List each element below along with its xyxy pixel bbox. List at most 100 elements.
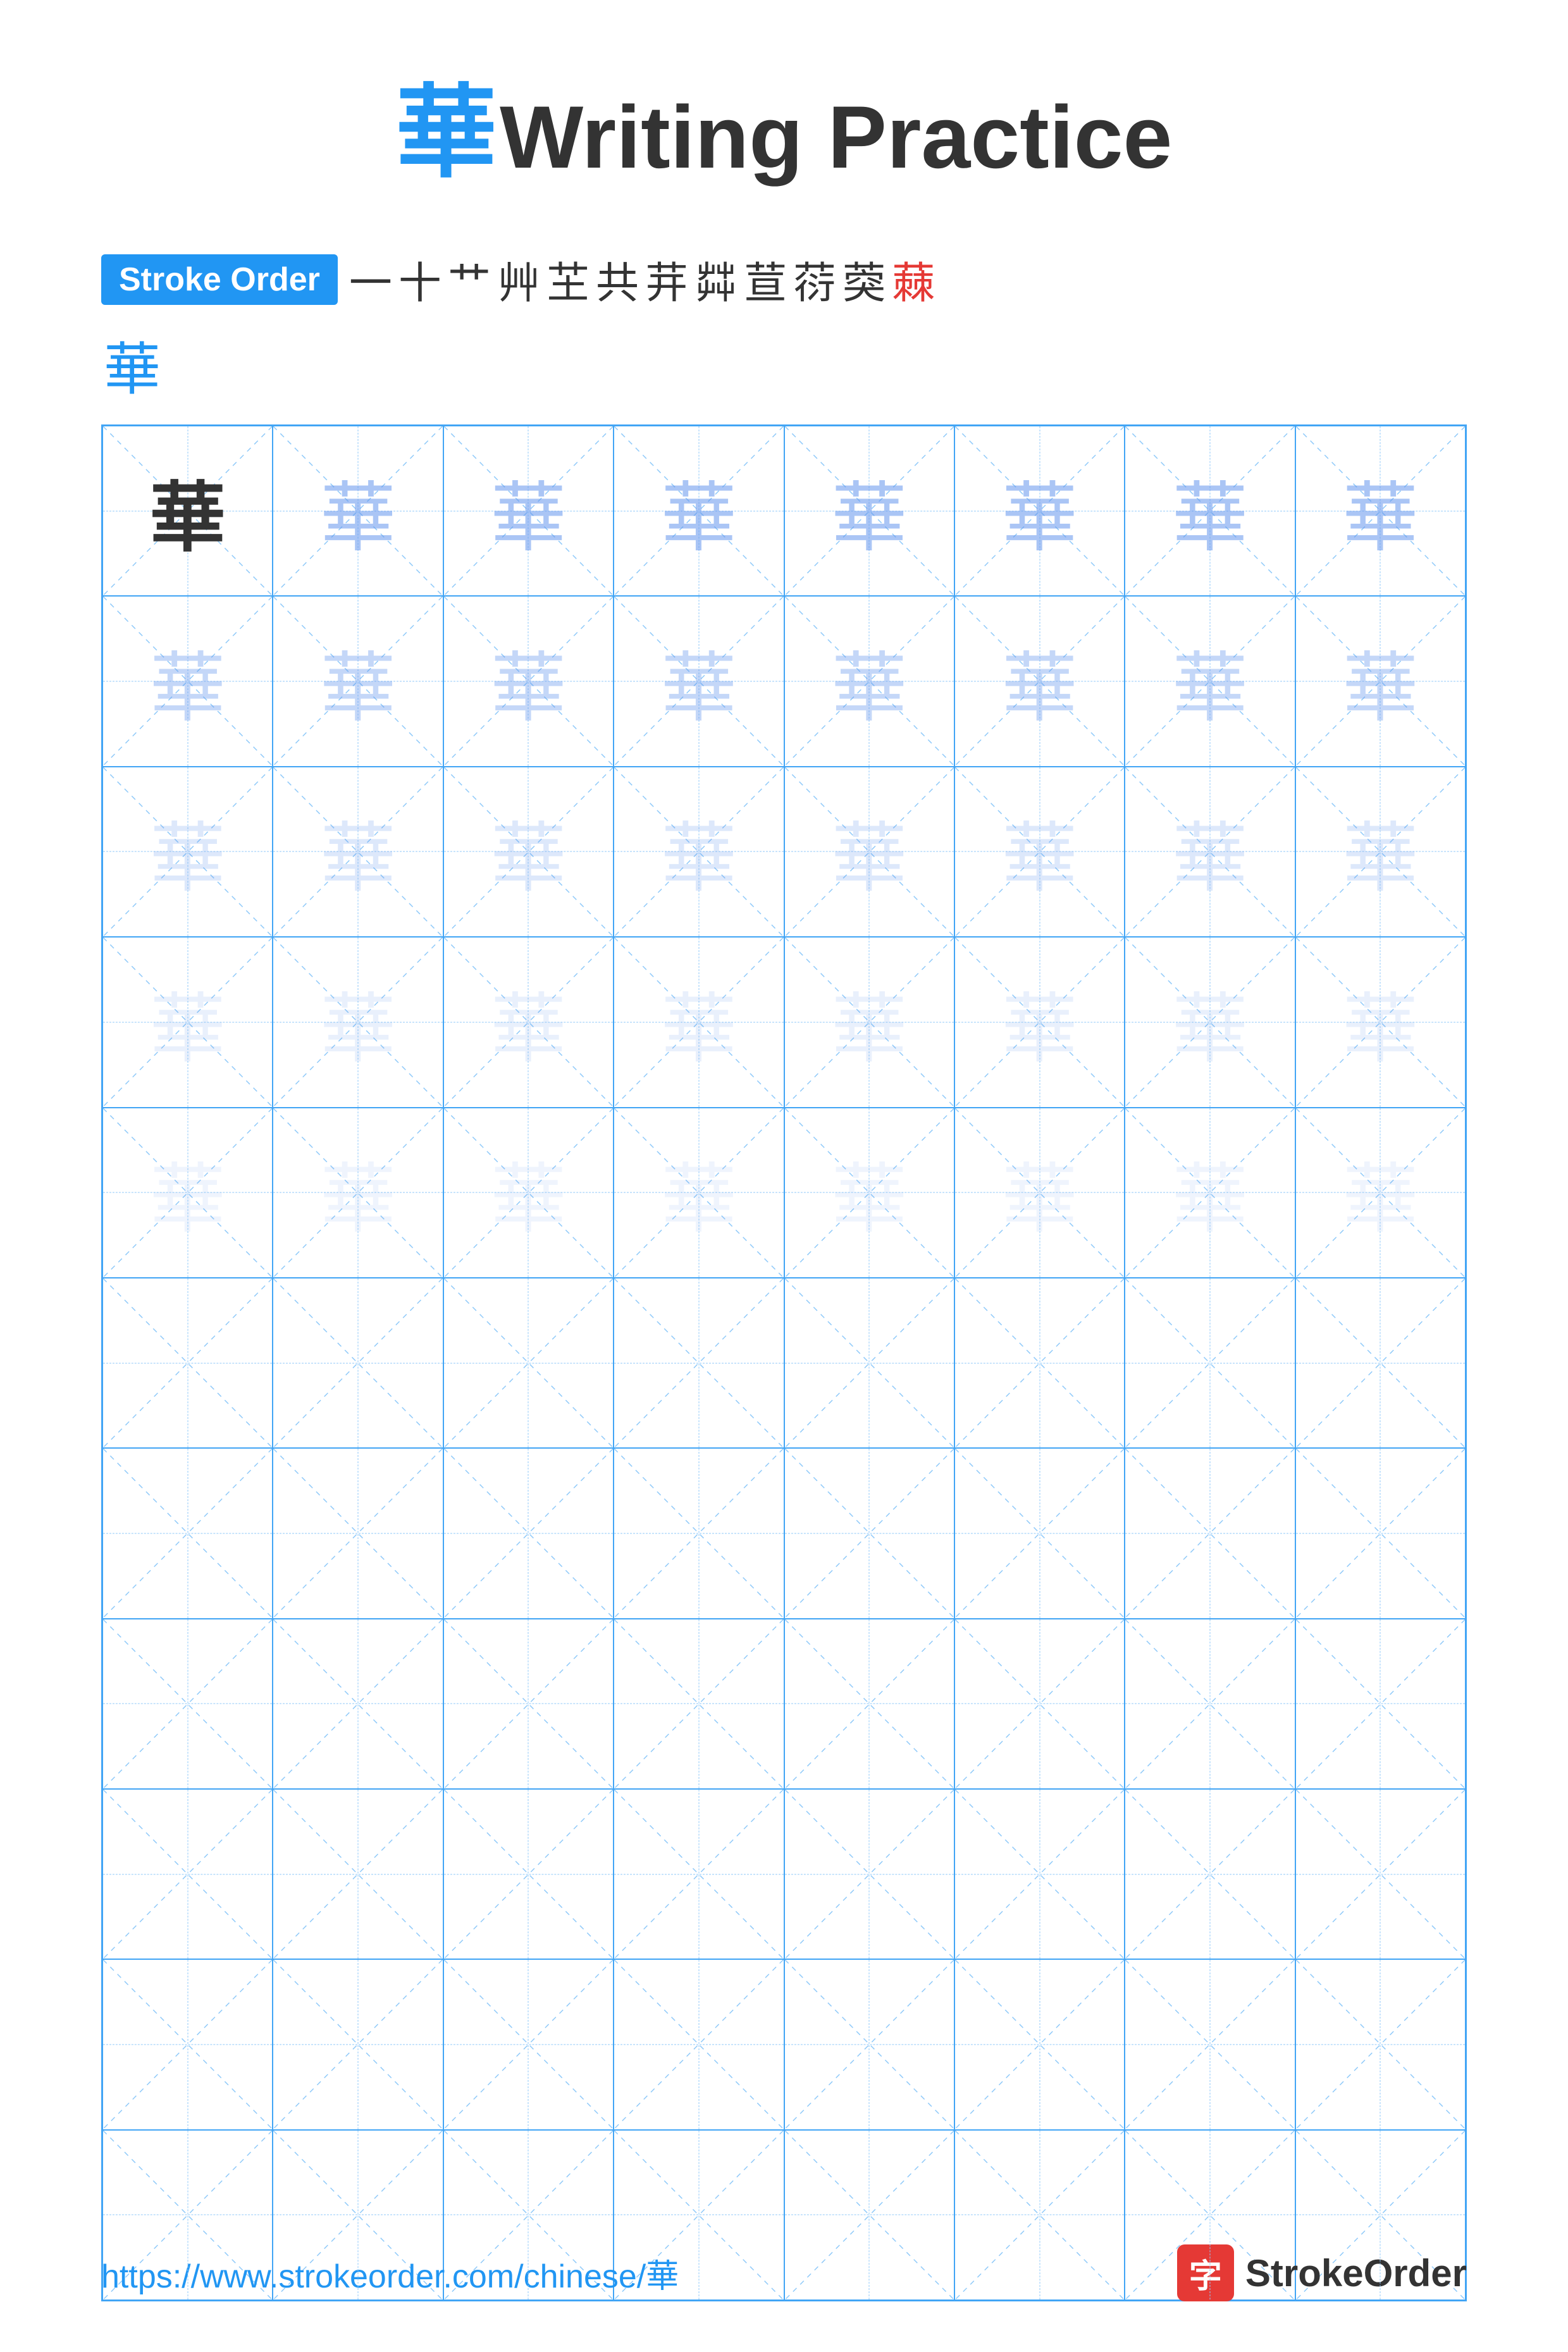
grid-cell-r10-c2[interactable] xyxy=(273,1959,443,2129)
grid-cell-r3-c2[interactable]: 華 xyxy=(273,767,443,937)
grid-cell-r6-c7[interactable] xyxy=(1125,1278,1295,1448)
cell-char: 華 xyxy=(490,967,566,1077)
grid-cell-r7-c2[interactable] xyxy=(273,1448,443,1618)
grid-cell-r2-c1[interactable]: 華 xyxy=(102,596,273,766)
grid-cell-r9-c2[interactable] xyxy=(273,1789,443,1959)
diag-lines xyxy=(1296,1960,1465,2129)
grid-cell-r7-c6[interactable] xyxy=(954,1448,1125,1618)
diag-lines xyxy=(955,1790,1124,1959)
grid-cell-r4-c1[interactable]: 華 xyxy=(102,937,273,1107)
grid-cell-r9-c1[interactable] xyxy=(102,1789,273,1959)
grid-cell-r3-c4[interactable]: 華 xyxy=(614,767,784,937)
grid-cell-r10-c6[interactable] xyxy=(954,1959,1125,2129)
diag-lines xyxy=(1296,1790,1465,1959)
grid-cell-r2-c8[interactable]: 華 xyxy=(1295,596,1466,766)
diag-lines xyxy=(103,1790,272,1959)
grid-cell-r1-c8[interactable]: 華 xyxy=(1295,426,1466,596)
grid-cell-r3-c6[interactable]: 華 xyxy=(954,767,1125,937)
grid-cell-r6-c4[interactable] xyxy=(614,1278,784,1448)
cell-char: 華 xyxy=(320,456,396,566)
grid-cell-r6-c3[interactable] xyxy=(443,1278,614,1448)
grid-cell-r8-c3[interactable] xyxy=(443,1619,614,1789)
grid-cell-r3-c7[interactable]: 華 xyxy=(1125,767,1295,937)
grid-cell-r5-c6[interactable]: 華 xyxy=(954,1108,1125,1278)
grid-cell-r10-c4[interactable] xyxy=(614,1959,784,2129)
grid-cell-r4-c4[interactable]: 華 xyxy=(614,937,784,1107)
grid-cell-r5-c1[interactable]: 華 xyxy=(102,1108,273,1278)
grid-cell-r2-c3[interactable]: 華 xyxy=(443,596,614,766)
grid-cell-r4-c7[interactable]: 華 xyxy=(1125,937,1295,1107)
grid-cell-r8-c1[interactable] xyxy=(102,1619,273,1789)
grid-cell-r9-c4[interactable] xyxy=(614,1789,784,1959)
grid-cell-r9-c3[interactable] xyxy=(443,1789,614,1959)
grid-cell-r7-c7[interactable] xyxy=(1125,1448,1295,1618)
grid-cell-r10-c1[interactable] xyxy=(102,1959,273,2129)
diag-lines xyxy=(103,1449,272,1618)
grid-cell-r4-c6[interactable]: 華 xyxy=(954,937,1125,1107)
grid-cell-r1-c1[interactable]: 華 xyxy=(102,426,273,596)
grid-cell-r9-c7[interactable] xyxy=(1125,1789,1295,1959)
grid-cell-r7-c3[interactable] xyxy=(443,1448,614,1618)
grid-cell-r7-c5[interactable] xyxy=(784,1448,954,1618)
grid-cell-r1-c3[interactable]: 華 xyxy=(443,426,614,596)
grid-cell-r2-c7[interactable]: 華 xyxy=(1125,596,1295,766)
grid-cell-r6-c5[interactable] xyxy=(784,1278,954,1448)
grid-cell-r8-c5[interactable] xyxy=(784,1619,954,1789)
grid-cell-r10-c7[interactable] xyxy=(1125,1959,1295,2129)
grid-cell-r2-c2[interactable]: 華 xyxy=(273,596,443,766)
grid-cell-r1-c4[interactable]: 華 xyxy=(614,426,784,596)
grid-cell-r5-c3[interactable]: 華 xyxy=(443,1108,614,1278)
grid-cell-r4-c8[interactable]: 華 xyxy=(1295,937,1466,1107)
grid-cell-r9-c6[interactable] xyxy=(954,1789,1125,1959)
stroke-5: 芏 xyxy=(546,248,590,311)
cell-char: 華 xyxy=(1002,796,1078,907)
grid-cell-r2-c6[interactable]: 華 xyxy=(954,596,1125,766)
cell-char: 華 xyxy=(490,796,566,907)
grid-cell-r5-c7[interactable]: 華 xyxy=(1125,1108,1295,1278)
stroke-order-chars: 一 十 艹 艸 芏 共 茾 茻 荁 葕 葖 蕀 xyxy=(349,248,935,311)
grid-cell-r7-c8[interactable] xyxy=(1295,1448,1466,1618)
grid-cell-r3-c5[interactable]: 華 xyxy=(784,767,954,937)
grid-cell-r10-c3[interactable] xyxy=(443,1959,614,2129)
diag-lines xyxy=(785,1278,954,1447)
grid-cell-r7-c1[interactable] xyxy=(102,1448,273,1618)
diag-lines xyxy=(1296,1449,1465,1618)
diag-lines xyxy=(444,1960,613,2129)
grid-cell-r1-c5[interactable]: 華 xyxy=(784,426,954,596)
grid-cell-r9-c8[interactable] xyxy=(1295,1789,1466,1959)
diag-lines xyxy=(785,1960,954,2129)
diag-lines xyxy=(785,1790,954,1959)
grid-cell-r7-c4[interactable] xyxy=(614,1448,784,1618)
grid-cell-r3-c1[interactable]: 華 xyxy=(102,767,273,937)
grid-cell-r10-c8[interactable] xyxy=(1295,1959,1466,2129)
grid-cell-r4-c3[interactable]: 華 xyxy=(443,937,614,1107)
cell-char: 華 xyxy=(490,626,566,736)
grid-cell-r4-c2[interactable]: 華 xyxy=(273,937,443,1107)
grid-cell-r2-c5[interactable]: 華 xyxy=(784,596,954,766)
grid-cell-r6-c8[interactable] xyxy=(1295,1278,1466,1448)
grid-cell-r5-c4[interactable]: 華 xyxy=(614,1108,784,1278)
grid-cell-r1-c6[interactable]: 華 xyxy=(954,426,1125,596)
grid-cell-r1-c2[interactable]: 華 xyxy=(273,426,443,596)
grid-cell-r8-c4[interactable] xyxy=(614,1619,784,1789)
grid-cell-r8-c8[interactable] xyxy=(1295,1619,1466,1789)
grid-cell-r5-c5[interactable]: 華 xyxy=(784,1108,954,1278)
cell-char: 華 xyxy=(1342,456,1418,566)
grid-cell-r5-c2[interactable]: 華 xyxy=(273,1108,443,1278)
grid-cell-r1-c7[interactable]: 華 xyxy=(1125,426,1295,596)
grid-cell-r6-c2[interactable] xyxy=(273,1278,443,1448)
grid-cell-r4-c5[interactable]: 華 xyxy=(784,937,954,1107)
grid-cell-r6-c1[interactable] xyxy=(102,1278,273,1448)
grid-cell-r3-c8[interactable]: 華 xyxy=(1295,767,1466,937)
diag-lines xyxy=(1125,1619,1294,1788)
grid-cell-r5-c8[interactable]: 華 xyxy=(1295,1108,1466,1278)
grid-cell-r8-c2[interactable] xyxy=(273,1619,443,1789)
grid-cell-r8-c6[interactable] xyxy=(954,1619,1125,1789)
cell-char: 華 xyxy=(1002,1137,1078,1247)
grid-cell-r9-c5[interactable] xyxy=(784,1789,954,1959)
grid-cell-r10-c5[interactable] xyxy=(784,1959,954,2129)
grid-cell-r6-c6[interactable] xyxy=(954,1278,1125,1448)
grid-cell-r3-c3[interactable]: 華 xyxy=(443,767,614,937)
grid-cell-r8-c7[interactable] xyxy=(1125,1619,1295,1789)
grid-cell-r2-c4[interactable]: 華 xyxy=(614,596,784,766)
